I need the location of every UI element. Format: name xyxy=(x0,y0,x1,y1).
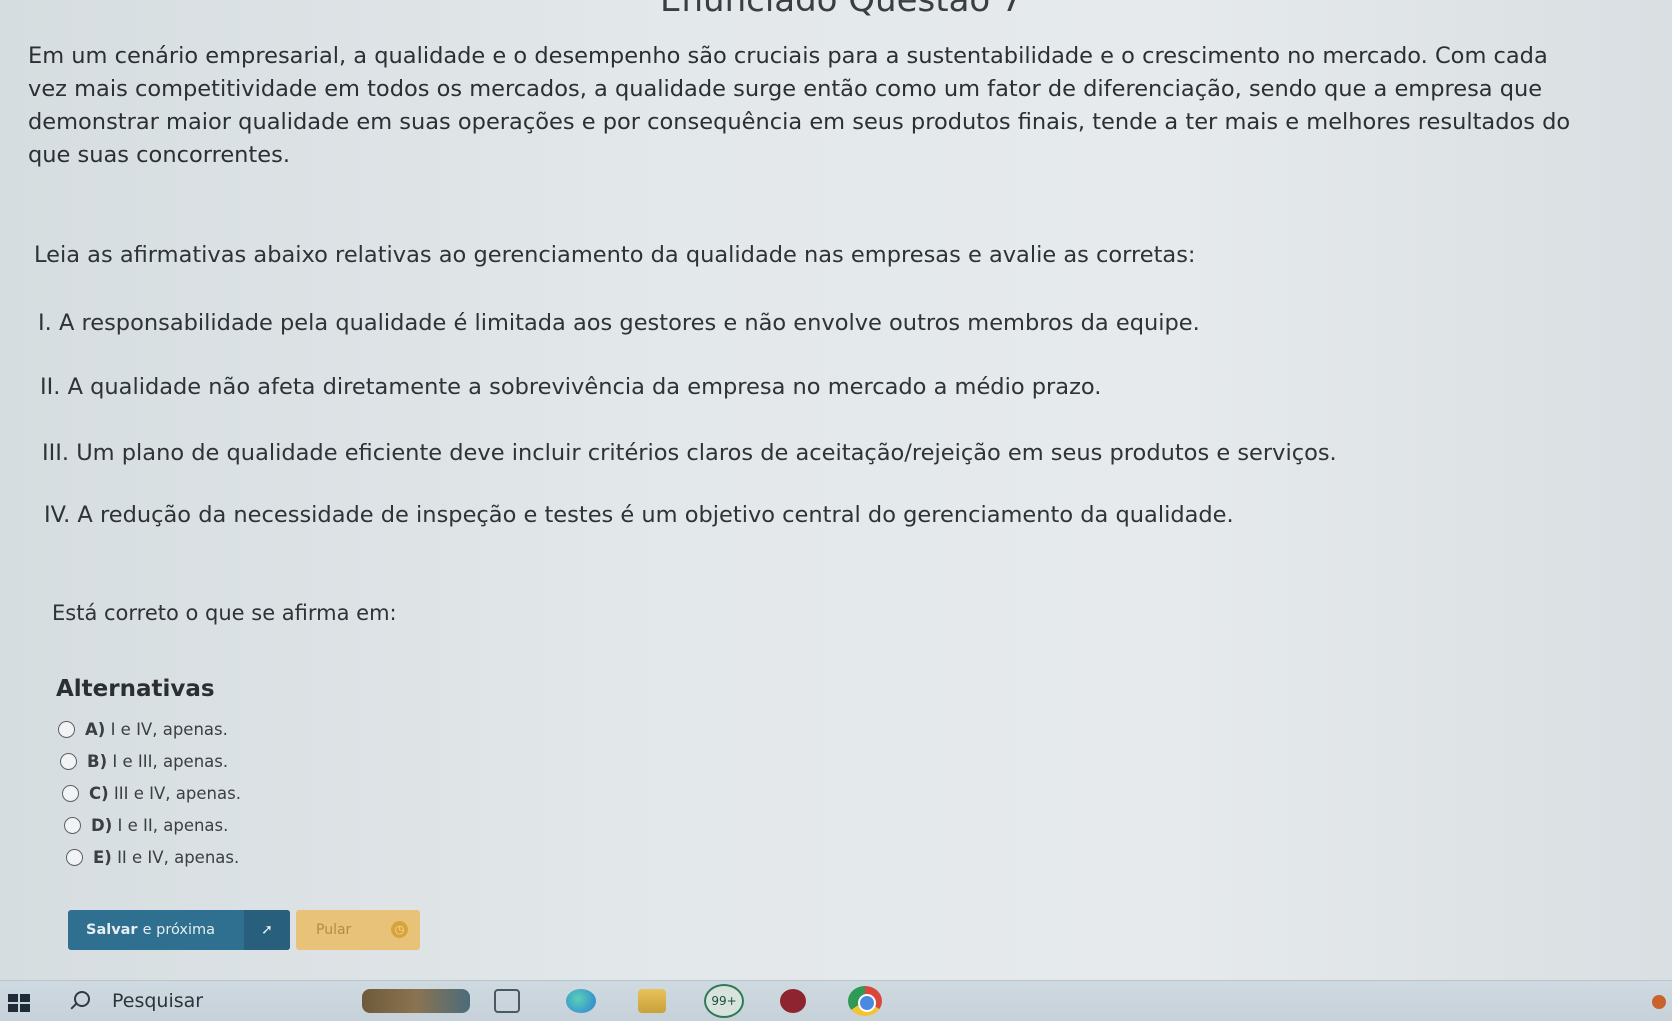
option-c[interactable]: C) III e IV, apenas. xyxy=(62,784,241,803)
file-explorer-icon[interactable] xyxy=(638,989,666,1013)
radio-button[interactable] xyxy=(58,721,75,738)
option-letter: D) xyxy=(91,816,113,835)
app-icon[interactable] xyxy=(780,989,806,1013)
option-e[interactable]: E) II e IV, apenas. xyxy=(66,848,239,867)
alternatives-heading: Alternativas xyxy=(56,676,215,702)
option-letter: A) xyxy=(85,720,106,739)
skip-button[interactable]: Pular ◷ xyxy=(296,910,420,950)
statement-2: II. A qualidade não afeta diretamente a … xyxy=(40,374,1102,400)
taskbar: Pesquisar 99+ xyxy=(0,980,1672,1021)
option-label: A) I e IV, apenas. xyxy=(85,720,228,739)
task-view-icon[interactable] xyxy=(494,989,520,1013)
statement-3: III. Um plano de qualidade eficiente dev… xyxy=(42,440,1337,466)
widgets-icon[interactable] xyxy=(362,989,470,1013)
intro-line: que suas concorrentes. xyxy=(28,142,290,168)
statement-4: IV. A redução da necessidade de inspeção… xyxy=(44,502,1234,528)
windows-start-icon[interactable] xyxy=(8,994,30,1012)
clock-icon: ◷ xyxy=(391,921,408,938)
save-and-next-button[interactable]: Salvar e próxima ➚ xyxy=(68,910,290,950)
chrome-icon[interactable] xyxy=(848,986,882,1016)
option-d[interactable]: D) I e II, apenas. xyxy=(64,816,228,835)
option-text: II e IV, apenas. xyxy=(117,848,240,867)
notification-badge: 99+ xyxy=(711,994,737,1008)
intro-line: demonstrar maior qualidade em suas opera… xyxy=(28,109,1571,135)
option-label: B) I e III, apenas. xyxy=(87,752,228,771)
option-label: D) I e II, apenas. xyxy=(91,816,228,835)
save-label: Salvar xyxy=(86,922,138,938)
intro-line: vez mais competitividade em todos os mer… xyxy=(28,76,1543,102)
radio-button[interactable] xyxy=(60,753,77,770)
option-letter: C) xyxy=(89,784,109,803)
arrow-icon: ➚ xyxy=(244,910,290,950)
edge-icon[interactable] xyxy=(566,989,596,1013)
statement-1: I. A responsabilidade pela qualidade é l… xyxy=(38,310,1200,336)
notification-icon[interactable] xyxy=(1652,995,1666,1009)
whatsapp-icon[interactable]: 99+ xyxy=(704,984,744,1018)
question-closing: Está correto o que se afirma em: xyxy=(52,601,397,625)
intro-line: Em um cenário empresarial, a qualidade e… xyxy=(28,43,1548,69)
page-title: Enunciado Questão 7 xyxy=(660,0,1023,20)
skip-label: Pular xyxy=(316,922,352,938)
option-letter: B) xyxy=(87,752,108,771)
question-prompt: Leia as afirmativas abaixo relativas ao … xyxy=(34,242,1196,268)
option-label: E) II e IV, apenas. xyxy=(93,848,239,867)
radio-button[interactable] xyxy=(64,817,81,834)
option-label: C) III e IV, apenas. xyxy=(89,784,241,803)
taskbar-search-input[interactable]: Pesquisar xyxy=(112,990,203,1012)
option-b[interactable]: B) I e III, apenas. xyxy=(60,752,228,771)
option-a[interactable]: A) I e IV, apenas. xyxy=(58,720,228,739)
option-letter: E) xyxy=(93,848,112,867)
radio-button[interactable] xyxy=(62,785,79,802)
option-text: III e IV, apenas. xyxy=(113,784,241,803)
option-text: I e III, apenas. xyxy=(112,752,229,771)
screen: Enunciado Questão 7 Em um cenário empres… xyxy=(0,0,1672,1021)
radio-button[interactable] xyxy=(66,849,83,866)
option-text: I e IV, apenas. xyxy=(110,720,228,739)
search-icon[interactable] xyxy=(74,991,90,1007)
question-intro: Em um cenário empresarial, a qualidade e… xyxy=(28,40,1608,172)
option-text: I e II, apenas. xyxy=(117,816,229,835)
save-next-label: e próxima xyxy=(142,922,216,938)
